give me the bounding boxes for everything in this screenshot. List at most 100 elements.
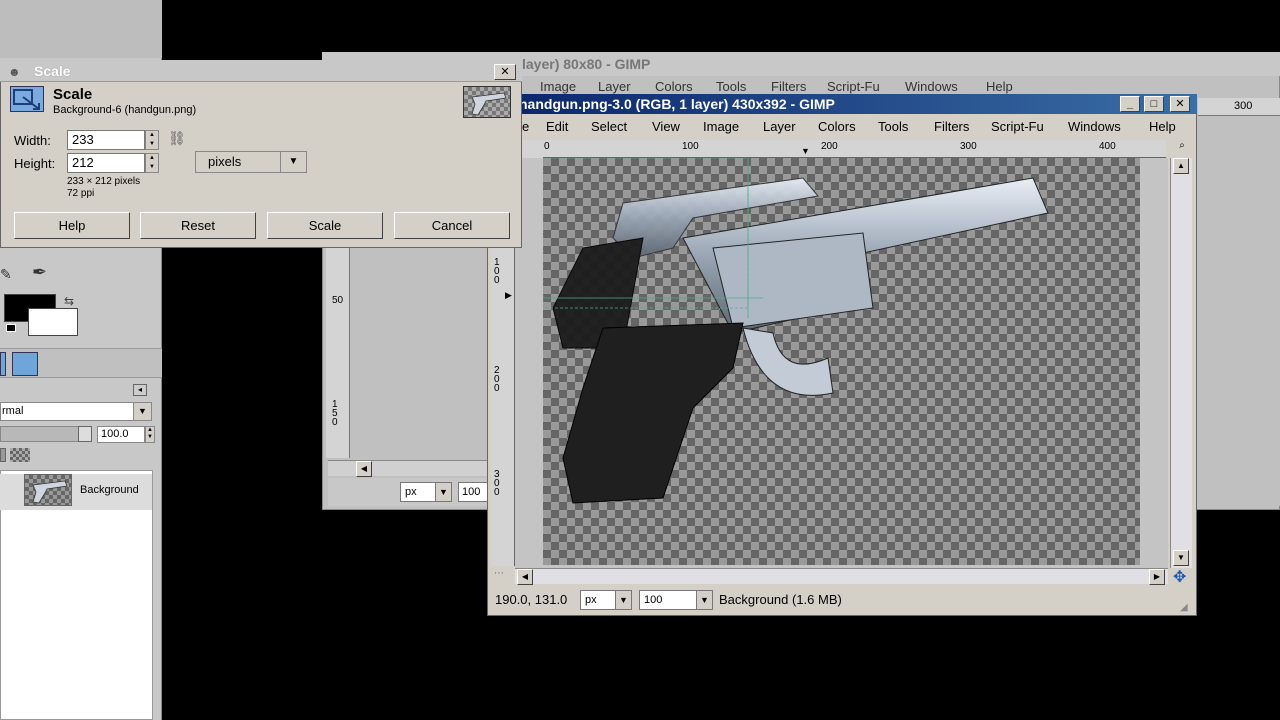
menu-script-fu[interactable]: Script-Fu (991, 119, 1044, 134)
opacity-spinner[interactable]: ▲ ▼ (145, 426, 155, 443)
layer-mode-value: rmal (2, 405, 24, 417)
menu-edit[interactable]: Edit (546, 119, 568, 134)
ruler-label: 200 (821, 141, 838, 152)
menu-tools[interactable]: Tools (878, 119, 908, 134)
quick-mask-icon[interactable]: ⋯ (494, 568, 512, 584)
background-horizontal-scrollbar[interactable]: ◀ (328, 460, 488, 477)
layers-tab-icon[interactable] (0, 352, 6, 376)
image-window-menubar: e Edit Select View Image Layer Colors To… (487, 116, 1197, 138)
background-color-swatch[interactable] (28, 308, 78, 336)
scale-dialog-title: Scale (0, 60, 522, 82)
background-top-ruler: 300 (1198, 98, 1280, 116)
bg-menu-colors[interactable]: Colors (655, 79, 693, 94)
tab-menu-icon[interactable]: ◂ (133, 384, 147, 396)
opacity-input[interactable]: 100.0 (97, 426, 145, 443)
smudge-tool-icon[interactable]: ✎ (0, 266, 12, 283)
trigger-guard-shape (742, 327, 834, 396)
scroll-up-icon[interactable]: ▲ (1173, 158, 1189, 174)
dialog-heading: Scale (53, 86, 93, 103)
cylinder-shape (712, 232, 874, 329)
ruler-label: 0 (544, 141, 550, 152)
cancel-button[interactable]: Cancel (394, 212, 510, 239)
ruler-label: 300 (494, 469, 500, 498)
horizontal-ruler[interactable]: 0 100 200 300 400 ▼ (543, 140, 1166, 158)
bg-menu-filters[interactable]: Filters (771, 79, 806, 94)
bg-menu-windows[interactable]: Windows (905, 79, 958, 94)
layer-mode-select[interactable]: rmal ▼ (0, 402, 152, 421)
handgun-thumb-icon (32, 480, 68, 504)
toolbox-tools-area (0, 0, 162, 58)
swap-colors-icon[interactable]: ⇆ (64, 294, 74, 308)
menu-colors[interactable]: Colors (818, 119, 856, 134)
bg-zoom-select[interactable]: 100 (458, 482, 488, 502)
revolver-image (543, 158, 1049, 504)
lock-alpha-checkbox[interactable] (0, 448, 40, 464)
bg-ruler-label: 150 (332, 399, 338, 428)
background-status-bar: px ▼ 100 (328, 478, 488, 506)
help-button[interactable]: Help (14, 212, 130, 239)
dialog-subheading: Background-6 (handgun.png) (53, 104, 197, 116)
scale-button[interactable]: Scale (267, 212, 383, 239)
chevron-down-icon[interactable]: ▼ (435, 483, 451, 501)
chevron-down-icon[interactable]: ▼ (133, 403, 151, 420)
bg-menu-layer[interactable]: Layer (598, 79, 631, 94)
menu-view[interactable]: View (652, 119, 680, 134)
opacity-slider-handle[interactable] (78, 426, 92, 442)
ruler-pointer-icon: ▶ (505, 290, 512, 300)
reset-button[interactable]: Reset (140, 212, 256, 239)
close-button[interactable]: ✕ (1170, 96, 1190, 112)
bg-menu-tools[interactable]: Tools (716, 79, 746, 94)
chain-link-icon[interactable]: ⛓ (168, 130, 186, 172)
ruler-label: 200 (494, 365, 500, 394)
units-select[interactable]: pixels ▼ (195, 151, 307, 173)
background-window-right-edge (1198, 98, 1280, 506)
menu-help[interactable]: Help (1149, 119, 1176, 134)
width-input[interactable]: 233 (67, 130, 145, 150)
menu-image[interactable]: Image (703, 119, 739, 134)
vertical-scrollbar[interactable]: ▲ ▼ (1170, 158, 1192, 568)
width-label: Width: (14, 133, 51, 148)
dialog-close-button[interactable]: ✕ (494, 64, 516, 80)
scroll-left-icon[interactable]: ◀ (356, 461, 372, 477)
menu-select[interactable]: Select (591, 119, 627, 134)
menu-windows[interactable]: Windows (1068, 119, 1121, 134)
chevron-down-icon[interactable]: ▼ (615, 591, 631, 609)
background-canvas[interactable] (352, 248, 488, 458)
height-input[interactable]: 212 (67, 153, 145, 173)
menu-file-fragment[interactable]: e (522, 119, 529, 134)
layer-name: Background (80, 484, 139, 496)
ruler-pointer-icon: ▼ (801, 146, 810, 156)
default-colors-icon[interactable] (6, 324, 16, 332)
alpha-lock-icon (10, 448, 30, 462)
bg-menu-image[interactable]: Image (540, 79, 576, 94)
bg-menu-script-fu[interactable]: Script-Fu (827, 79, 880, 94)
resize-grip-icon[interactable]: ◢ (1180, 602, 1188, 613)
bg-ruler-top-label: 300 (1234, 100, 1253, 112)
grip-shape (562, 322, 744, 504)
zoom-select[interactable]: 100 ▼ (639, 590, 713, 610)
scroll-left-icon[interactable]: ◀ (517, 569, 533, 585)
bg-menu-help[interactable]: Help (986, 79, 1013, 94)
ruler-label: 400 (1099, 141, 1116, 152)
height-spinner[interactable]: ▲ ▼ (145, 153, 159, 173)
layer-preview-thumbnail (463, 86, 511, 118)
menu-filters[interactable]: Filters (934, 119, 969, 134)
menu-layer[interactable]: Layer (763, 119, 796, 134)
bg-unit-select[interactable]: px ▼ (400, 482, 452, 502)
scale-tool-icon (10, 86, 44, 112)
minimize-button[interactable]: _ (1120, 96, 1140, 112)
chevron-down-icon[interactable]: ▼ (280, 152, 306, 172)
scroll-down-icon[interactable]: ▼ (1173, 550, 1189, 566)
navigate-icon[interactable]: ✥ (1173, 567, 1186, 587)
width-spinner[interactable]: ▲ ▼ (145, 130, 159, 150)
zoom-image-icon[interactable]: ⌕ (1173, 140, 1191, 156)
channels-tab-icon[interactable] (12, 352, 38, 376)
maximize-button[interactable]: □ (1144, 96, 1164, 112)
horizontal-scrollbar[interactable]: ◀ ▶ (515, 568, 1168, 585)
unit-select[interactable]: px ▼ (580, 590, 632, 610)
dodge-tool-icon[interactable]: ✒ (32, 262, 47, 283)
scroll-right-icon[interactable]: ▶ (1149, 569, 1165, 585)
chevron-down-icon[interactable]: ▼ (696, 591, 712, 609)
pointer-coordinates: 190.0, 131.0 (495, 592, 568, 607)
status-message: Background (1.6 MB) (719, 592, 842, 607)
